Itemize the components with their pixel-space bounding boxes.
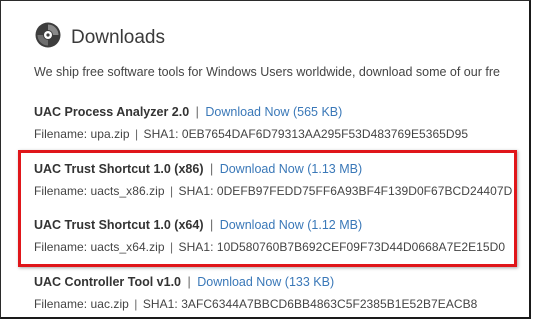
filename: uac.zip — [90, 297, 129, 311]
download-item-uac-controller: UAC Controller Tool v1.0 | Download Now … — [34, 274, 477, 311]
download-link[interactable]: Download Now — [220, 218, 304, 232]
file-size: (1.13 MB) — [307, 162, 363, 176]
separator: | — [209, 218, 214, 232]
separator: | — [195, 105, 199, 119]
separator: | — [209, 162, 214, 176]
sha1-hash: 10D580760B7B692CEF09F73D44D0668A7E2E15D0 — [216, 240, 506, 254]
file-size: (1.12 MB) — [307, 218, 363, 232]
filename-label: Filename: — [34, 127, 88, 141]
filename: uacts_x86.zip — [90, 184, 165, 198]
file-meta: Filename: uacts_x64.zip | SHA1: 10D58076… — [34, 240, 505, 254]
file-meta: Filename: uac.zip | SHA1: 3AFC6344A7BBCD… — [34, 297, 477, 311]
separator: | — [187, 275, 191, 289]
page-frame: Downloads We ship free software tools fo… — [0, 0, 531, 319]
download-link[interactable]: Download Now — [205, 105, 289, 119]
separator: | — [134, 127, 139, 141]
download-item-uacts-x64: UAC Trust Shortcut 1.0 (x64) | Download … — [34, 217, 505, 254]
file-size: (565 KB) — [292, 105, 343, 119]
sha1-label: SHA1: — [142, 297, 178, 311]
sha1-label: SHA1: — [178, 184, 214, 198]
download-item-upa: UAC Process Analyzer 2.0 | Download Now … — [34, 104, 468, 141]
disc-icon — [35, 22, 61, 48]
filename: upa.zip — [90, 127, 130, 141]
item-name: UAC Controller Tool v1.0 — [34, 275, 182, 289]
download-item-uacts-x86: UAC Trust Shortcut 1.0 (x86) | Download … — [34, 161, 512, 198]
separator: | — [169, 240, 174, 254]
filename-label: Filename: — [34, 297, 88, 311]
download-link[interactable]: Download Now — [220, 162, 304, 176]
item-name: UAC Trust Shortcut 1.0 (x86) — [34, 162, 204, 176]
section-header: Downloads — [35, 15, 165, 55]
download-link[interactable]: Download Now — [197, 275, 281, 289]
filename: uacts_x64.zip — [90, 240, 165, 254]
sha1-hash: 3AFC6344A7BBCD6BB4863C5F2385B1E52B7EACB8 — [181, 297, 478, 311]
item-name: UAC Trust Shortcut 1.0 (x64) — [34, 218, 204, 232]
sha1-label: SHA1: — [178, 240, 214, 254]
file-size: (133 KB) — [284, 275, 335, 289]
file-meta: Filename: uacts_x86.zip | SHA1: 0DEFB97F… — [34, 184, 512, 198]
file-meta: Filename: upa.zip | SHA1: 0EB7654DAF6D79… — [34, 127, 468, 141]
sha1-hash: 0EB7654DAF6D79313AA295F53D483769E5365D95 — [181, 127, 469, 141]
separator: | — [169, 184, 174, 198]
separator: | — [134, 297, 138, 311]
filename-label: Filename: — [34, 240, 88, 254]
item-name: UAC Process Analyzer 2.0 — [34, 105, 190, 119]
sha1-hash: 0DEFB97FEDD75FF6A93BF4F139D0F67BCD24407D — [216, 184, 513, 198]
intro-text: We ship free software tools for Windows … — [34, 65, 500, 79]
sha1-label: SHA1: — [143, 127, 179, 141]
section-title: Downloads — [71, 27, 165, 48]
filename-label: Filename: — [34, 184, 88, 198]
